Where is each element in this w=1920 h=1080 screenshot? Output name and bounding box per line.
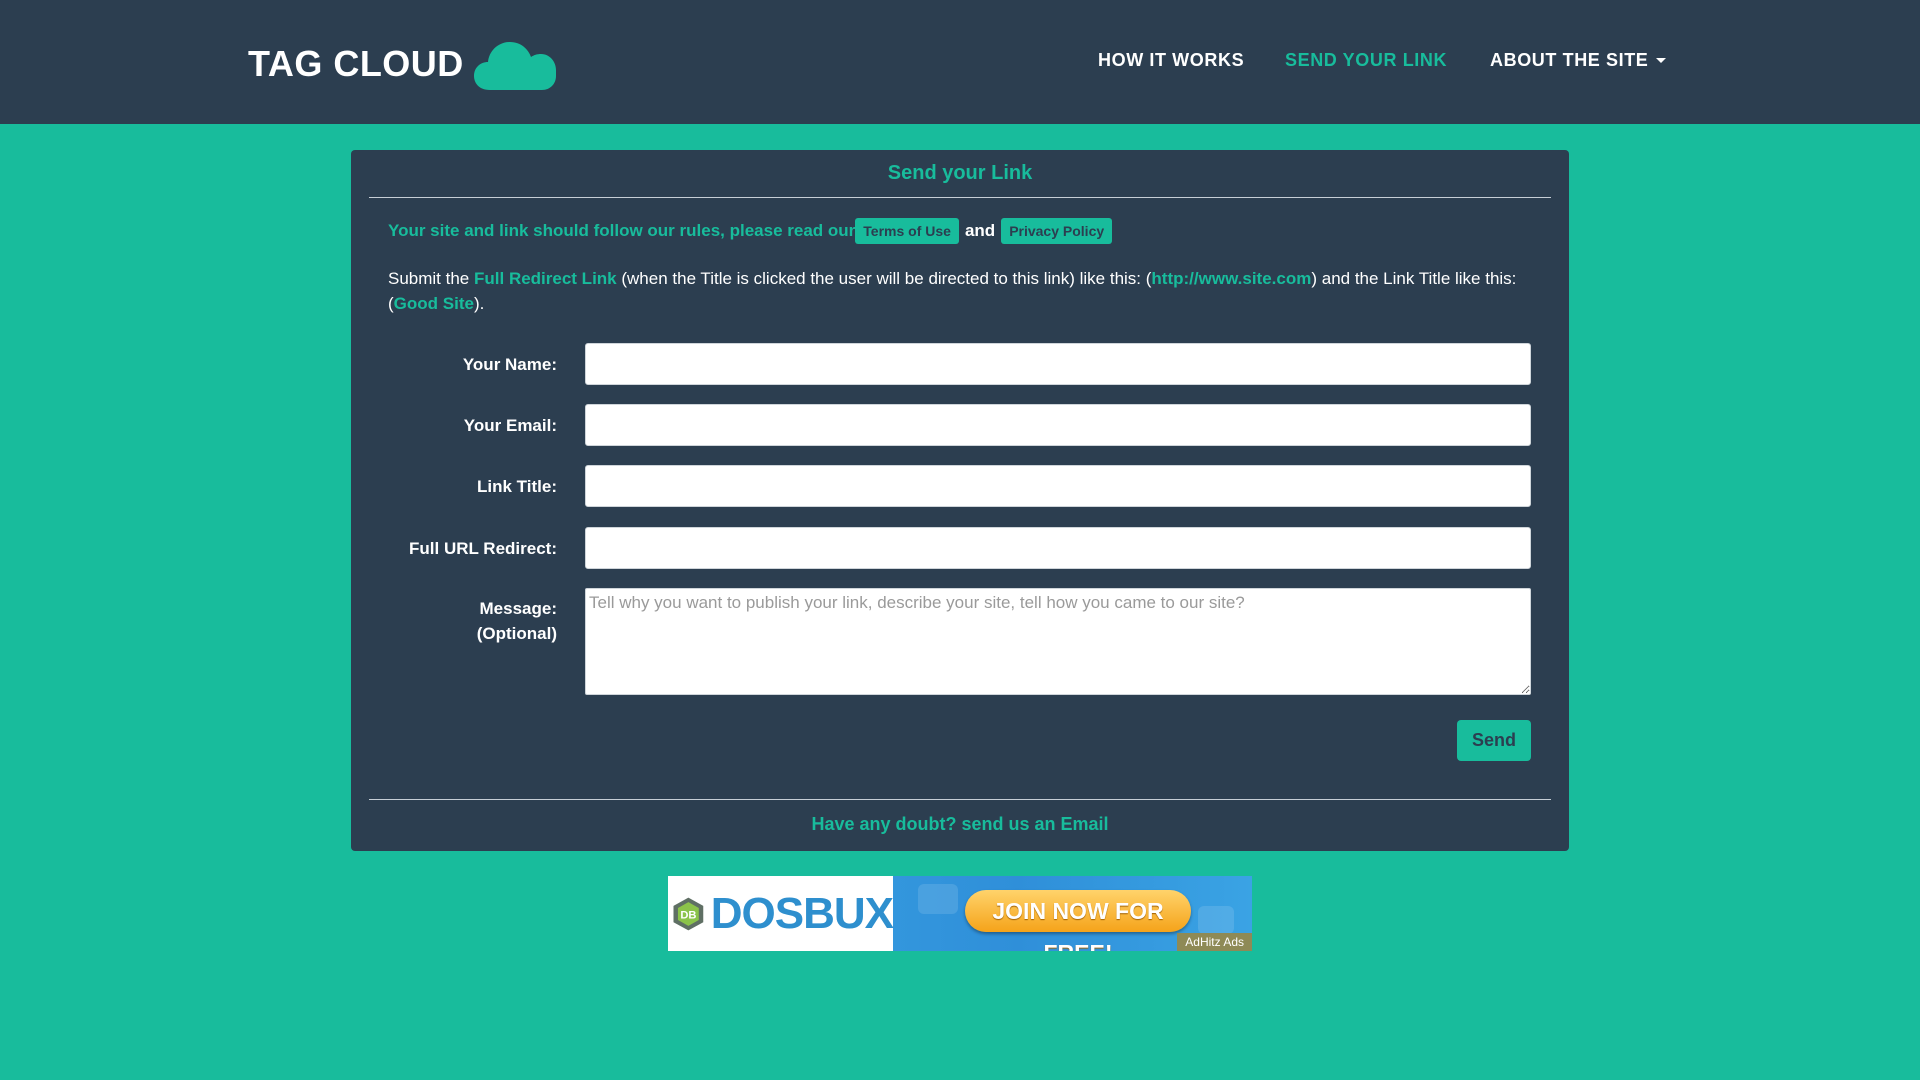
link-title-label: Link Title:	[477, 477, 557, 496]
nav-send-your-link[interactable]: SEND YOUR LINK	[1285, 50, 1447, 71]
ad-network-tag[interactable]: AdHitz Ads	[1177, 933, 1252, 951]
nav-about-label: ABOUT THE SITE	[1490, 50, 1649, 70]
url-redirect-input[interactable]	[585, 527, 1531, 569]
panel-title: Send your Link	[887, 162, 1033, 184]
message-label-text: Message:	[479, 599, 557, 618]
cloud-icon	[473, 42, 556, 90]
caret-down-icon	[1656, 58, 1667, 63]
brand-logo[interactable]: TAG CLOUD	[248, 36, 556, 92]
ad-brand-text: DOSBUX	[710, 888, 894, 938]
instr-text: ).	[473, 294, 485, 313]
nav-how-it-works[interactable]: HOW IT WORKS	[1098, 50, 1244, 71]
rules-notice: Your site and link should follow our rul…	[388, 218, 1113, 244]
name-label: Your Name:	[462, 355, 557, 374]
divider	[369, 799, 1551, 800]
ad-decoration	[918, 884, 958, 914]
and-text: and	[964, 221, 996, 240]
email-contact-link[interactable]: Have any doubt? send us an Email	[351, 814, 1569, 835]
instr-text: Submit the	[388, 269, 474, 288]
rules-text: Your site and link should follow our rul…	[388, 221, 856, 240]
navbar: TAG CLOUD HOW IT WORKS SEND YOUR LINK AB…	[0, 0, 1920, 124]
email-input[interactable]	[585, 404, 1531, 446]
brand-title[interactable]: TAG CLOUD	[248, 43, 464, 85]
message-optional-text: (Optional)	[476, 624, 557, 643]
link-title-input[interactable]	[585, 465, 1531, 507]
instr-highlight-example-title: Good Site	[393, 294, 474, 313]
instr-highlight-example-url: http://www.site.com	[1151, 269, 1312, 288]
submit-instructions: Submit the Full Redirect Link (when the …	[388, 266, 1538, 316]
send-button[interactable]: Send	[1457, 720, 1531, 761]
privacy-policy-button[interactable]: Privacy Policy	[1001, 218, 1113, 244]
ad-join-button[interactable]: JOIN NOW FOR FREE!	[965, 890, 1191, 951]
message-label: Message: (Optional)	[351, 596, 557, 646]
dosbux-logo-icon: DB	[673, 897, 704, 930]
instr-highlight-redirect: Full Redirect Link	[474, 269, 617, 288]
ad-decoration	[1198, 906, 1234, 934]
send-link-panel: Send your Link Your site and link should…	[351, 150, 1569, 851]
url-redirect-label: Full URL Redirect:	[409, 539, 557, 558]
divider	[369, 197, 1551, 198]
nav-about-the-site[interactable]: ABOUT THE SITE	[1490, 50, 1667, 71]
terms-of-use-button[interactable]: Terms of Use	[855, 218, 959, 244]
ad-logo-text: DB	[680, 909, 696, 921]
email-label: Your Email:	[463, 416, 557, 435]
message-textarea[interactable]	[585, 588, 1531, 695]
name-input[interactable]	[585, 343, 1531, 385]
instr-text: (when the Title is clicked the user will…	[616, 269, 1152, 288]
ad-logo-area: DB DOSBUX	[668, 876, 894, 951]
ad-banner[interactable]: DB DOSBUX JOIN NOW FOR FREE! AdHitz Ads	[668, 876, 1252, 951]
